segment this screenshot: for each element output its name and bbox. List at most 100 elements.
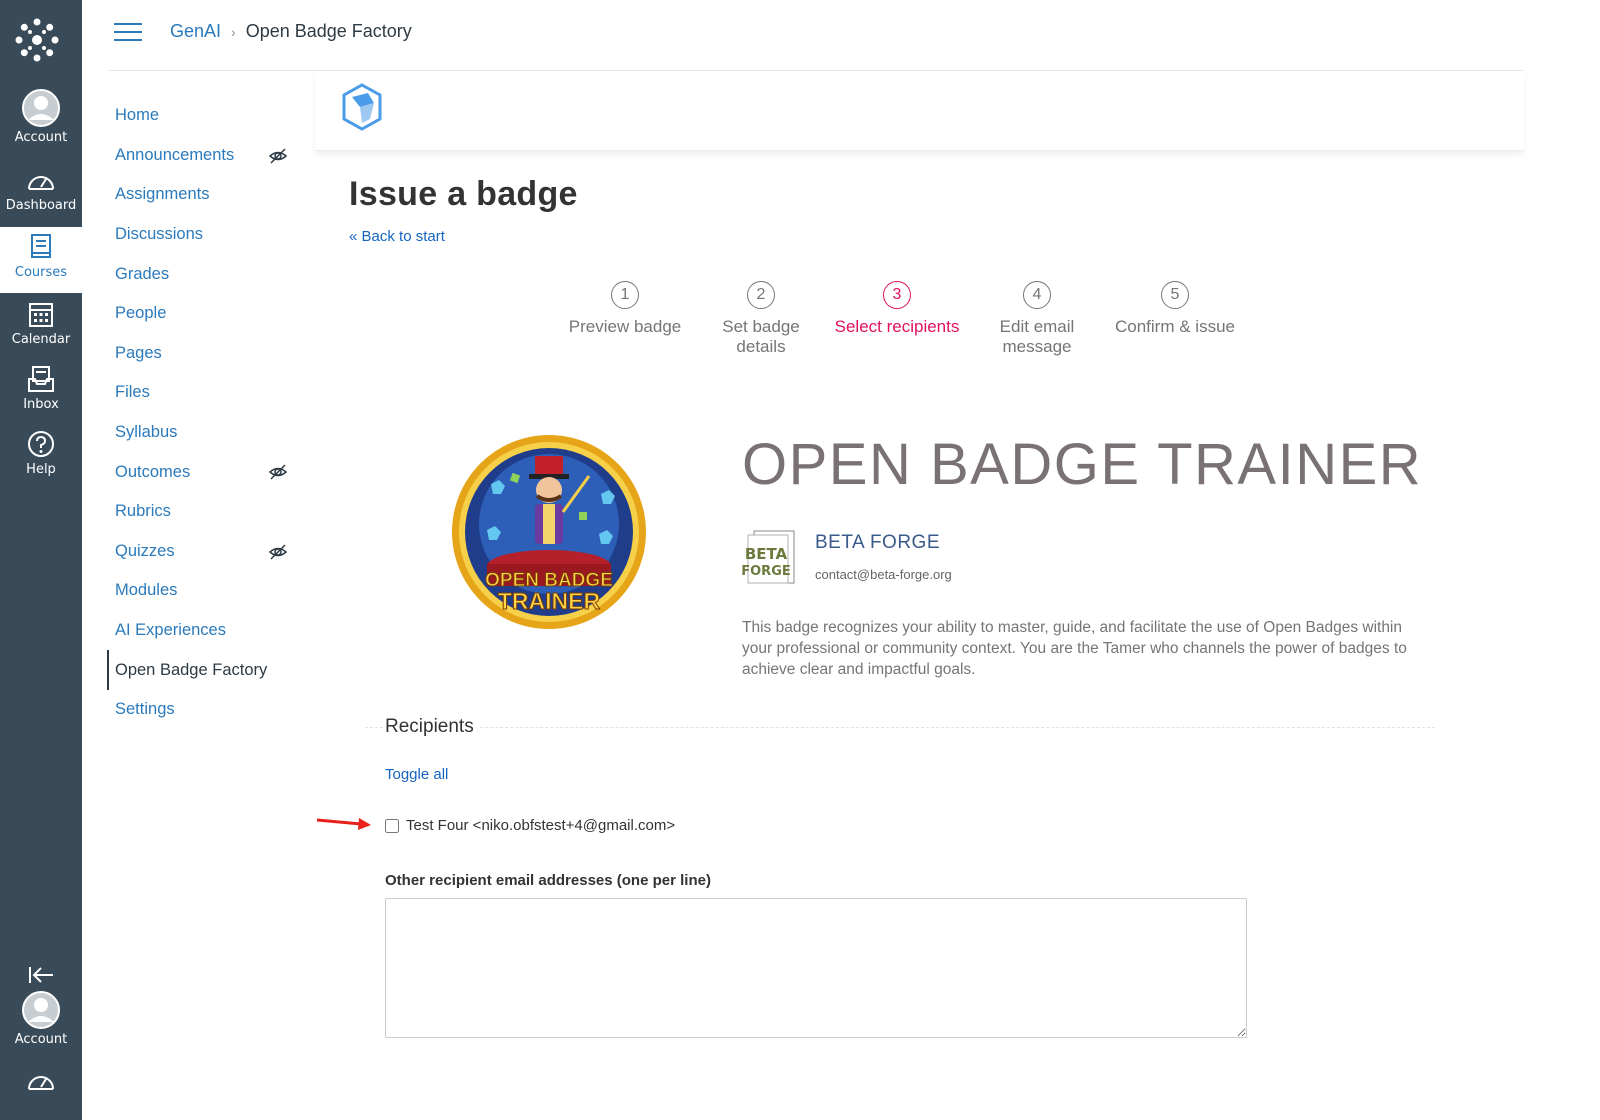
course-nav-ai-experiences[interactable]: AI Experiences (108, 611, 288, 651)
step-label: Set badge details (722, 317, 800, 356)
course-nav-discussions[interactable]: Discussions (108, 215, 288, 255)
step-preview-badge[interactable]: 1 Preview badge (555, 281, 695, 337)
course-nav-people[interactable]: People (108, 294, 288, 334)
course-nav-label: AI Experiences (115, 621, 226, 640)
course-nav-label: Grades (115, 264, 170, 283)
breadcrumb-current: Open Badge Factory (245, 21, 412, 41)
step-confirm-issue[interactable]: 5 Confirm & issue (1097, 281, 1253, 337)
course-nav-files[interactable]: Files (108, 373, 288, 413)
global-nav-help[interactable]: Help (0, 428, 82, 494)
badge-image-text-line2: TRAINER (498, 588, 601, 614)
recipient-option[interactable]: Test Four <niko.obfstest+4@gmail.com> (385, 817, 675, 834)
global-nav: Account Dashboard Courses Calendar Inbox… (0, 0, 82, 1120)
badge-image: OPEN BADGE TRAINER (452, 435, 646, 629)
course-nav-settings[interactable]: Settings (108, 690, 288, 730)
course-nav-label: Rubrics (115, 502, 171, 521)
step-select-recipients[interactable]: 3 Select recipients (822, 281, 972, 337)
obf-toolbar (315, 71, 1524, 151)
courses-icon (21, 231, 61, 263)
step-number: 2 (747, 281, 775, 309)
global-nav-help-label: Help (26, 462, 56, 477)
global-nav-calendar[interactable]: Calendar (0, 298, 82, 364)
step-label: Edit email message (999, 317, 1075, 356)
course-nav: Home Announcements Assignments Discussio… (107, 96, 288, 730)
breadcrumb-separator-icon: › (231, 23, 236, 40)
course-nav-label: Settings (115, 700, 175, 719)
step-number: 3 (883, 281, 911, 309)
course-nav-pages[interactable]: Pages (108, 334, 288, 374)
badge-name: OPEN BADGE TRAINER (742, 432, 1423, 497)
issuer-logo: BETA FORGE (741, 530, 795, 584)
collapse-nav-button[interactable] (0, 962, 82, 992)
course-nav-rubrics[interactable]: Rubrics (108, 492, 288, 532)
global-nav-dashboard-bottom[interactable] (0, 1066, 82, 1106)
global-nav-courses[interactable]: Courses (0, 227, 82, 293)
hidden-eye-icon (268, 464, 288, 480)
recipients-divider (365, 727, 1435, 728)
global-nav-dashboard-label: Dashboard (5, 198, 77, 213)
obf-tool-frame: Issue a badge « Back to start 1 Preview … (315, 71, 1524, 1120)
step-label: Preview badge (568, 317, 682, 336)
dashboard-icon (21, 1066, 61, 1096)
annotation-arrow-icon (316, 818, 371, 830)
course-nav-label: Files (115, 383, 150, 402)
calendar-icon (21, 298, 61, 330)
course-menu-toggle-icon[interactable] (114, 23, 142, 45)
hidden-eye-icon (268, 544, 288, 560)
global-nav-calendar-label: Calendar (11, 332, 71, 347)
global-nav-account[interactable]: Account (0, 88, 82, 154)
hidden-eye-icon (268, 148, 288, 164)
course-nav-modules[interactable]: Modules (108, 571, 288, 611)
svg-text:FORGE: FORGE (741, 564, 791, 579)
step-label: Confirm & issue (1115, 317, 1235, 336)
wizard-steps: 1 Preview badge 2 Set badge details 3 Se… (555, 281, 1275, 361)
course-nav-home[interactable]: Home (108, 96, 288, 136)
global-nav-courses-label: Courses (14, 265, 68, 280)
dashboard-icon (21, 166, 61, 196)
global-nav-dashboard[interactable]: Dashboard (0, 166, 82, 232)
other-recipients-label: Other recipient email addresses (one per… (385, 872, 711, 889)
recipient-label: Test Four <niko.obfstest+4@gmail.com> (406, 817, 676, 834)
course-nav-outcomes[interactable]: Outcomes (108, 452, 288, 492)
breadcrumb: GenAI › Open Badge Factory (170, 21, 412, 42)
global-nav-inbox[interactable]: Inbox (0, 363, 82, 429)
step-edit-email-message[interactable]: 4 Edit email message (967, 281, 1107, 357)
global-nav-account-bottom[interactable]: Account (0, 990, 82, 1056)
course-nav-label: Pages (115, 343, 162, 362)
course-nav-label: Assignments (115, 185, 210, 204)
course-nav-quizzes[interactable]: Quizzes (108, 532, 288, 572)
course-nav-assignments[interactable]: Assignments (108, 175, 288, 215)
recipient-checkbox[interactable] (385, 818, 399, 833)
course-nav-label: Syllabus (115, 423, 178, 442)
account-icon (21, 990, 61, 1030)
help-icon (21, 428, 61, 460)
course-nav-label: Quizzes (115, 541, 175, 560)
toggle-all-link[interactable]: Toggle all (385, 766, 448, 783)
step-number: 5 (1161, 281, 1189, 309)
collapse-arrow-icon (21, 962, 61, 988)
issuer-email: contact@beta-forge.org (815, 567, 952, 582)
step-label: Select recipients (834, 317, 960, 336)
account-icon (21, 88, 61, 128)
course-nav-announcements[interactable]: Announcements (108, 136, 288, 176)
badge-description: This badge recognizes your ability to ma… (742, 619, 1407, 678)
course-nav-open-badge-factory[interactable]: Open Badge Factory (107, 650, 288, 690)
course-nav-label: People (115, 304, 167, 323)
course-nav-grades[interactable]: Grades (108, 254, 288, 294)
recipients-heading: Recipients (385, 716, 480, 738)
obf-logo-icon[interactable] (341, 83, 383, 131)
step-number: 4 (1023, 281, 1051, 309)
other-recipients-textarea[interactable] (385, 898, 1247, 1038)
course-nav-label: Outcomes (115, 462, 191, 481)
step-set-badge-details[interactable]: 2 Set badge details (691, 281, 831, 357)
breadcrumb-course-link[interactable]: GenAI (170, 21, 221, 42)
course-nav-syllabus[interactable]: Syllabus (108, 413, 288, 453)
step-number: 1 (611, 281, 639, 309)
canvas-logo-icon[interactable] (13, 16, 61, 64)
back-to-start-link[interactable]: « Back to start (349, 228, 445, 245)
course-nav-label: Announcements (115, 145, 235, 164)
course-nav-label: Open Badge Factory (115, 660, 268, 679)
page-header: GenAI › Open Badge Factory (108, 0, 1524, 71)
course-nav-label: Home (115, 106, 160, 125)
global-nav-account-label: Account (14, 130, 68, 145)
